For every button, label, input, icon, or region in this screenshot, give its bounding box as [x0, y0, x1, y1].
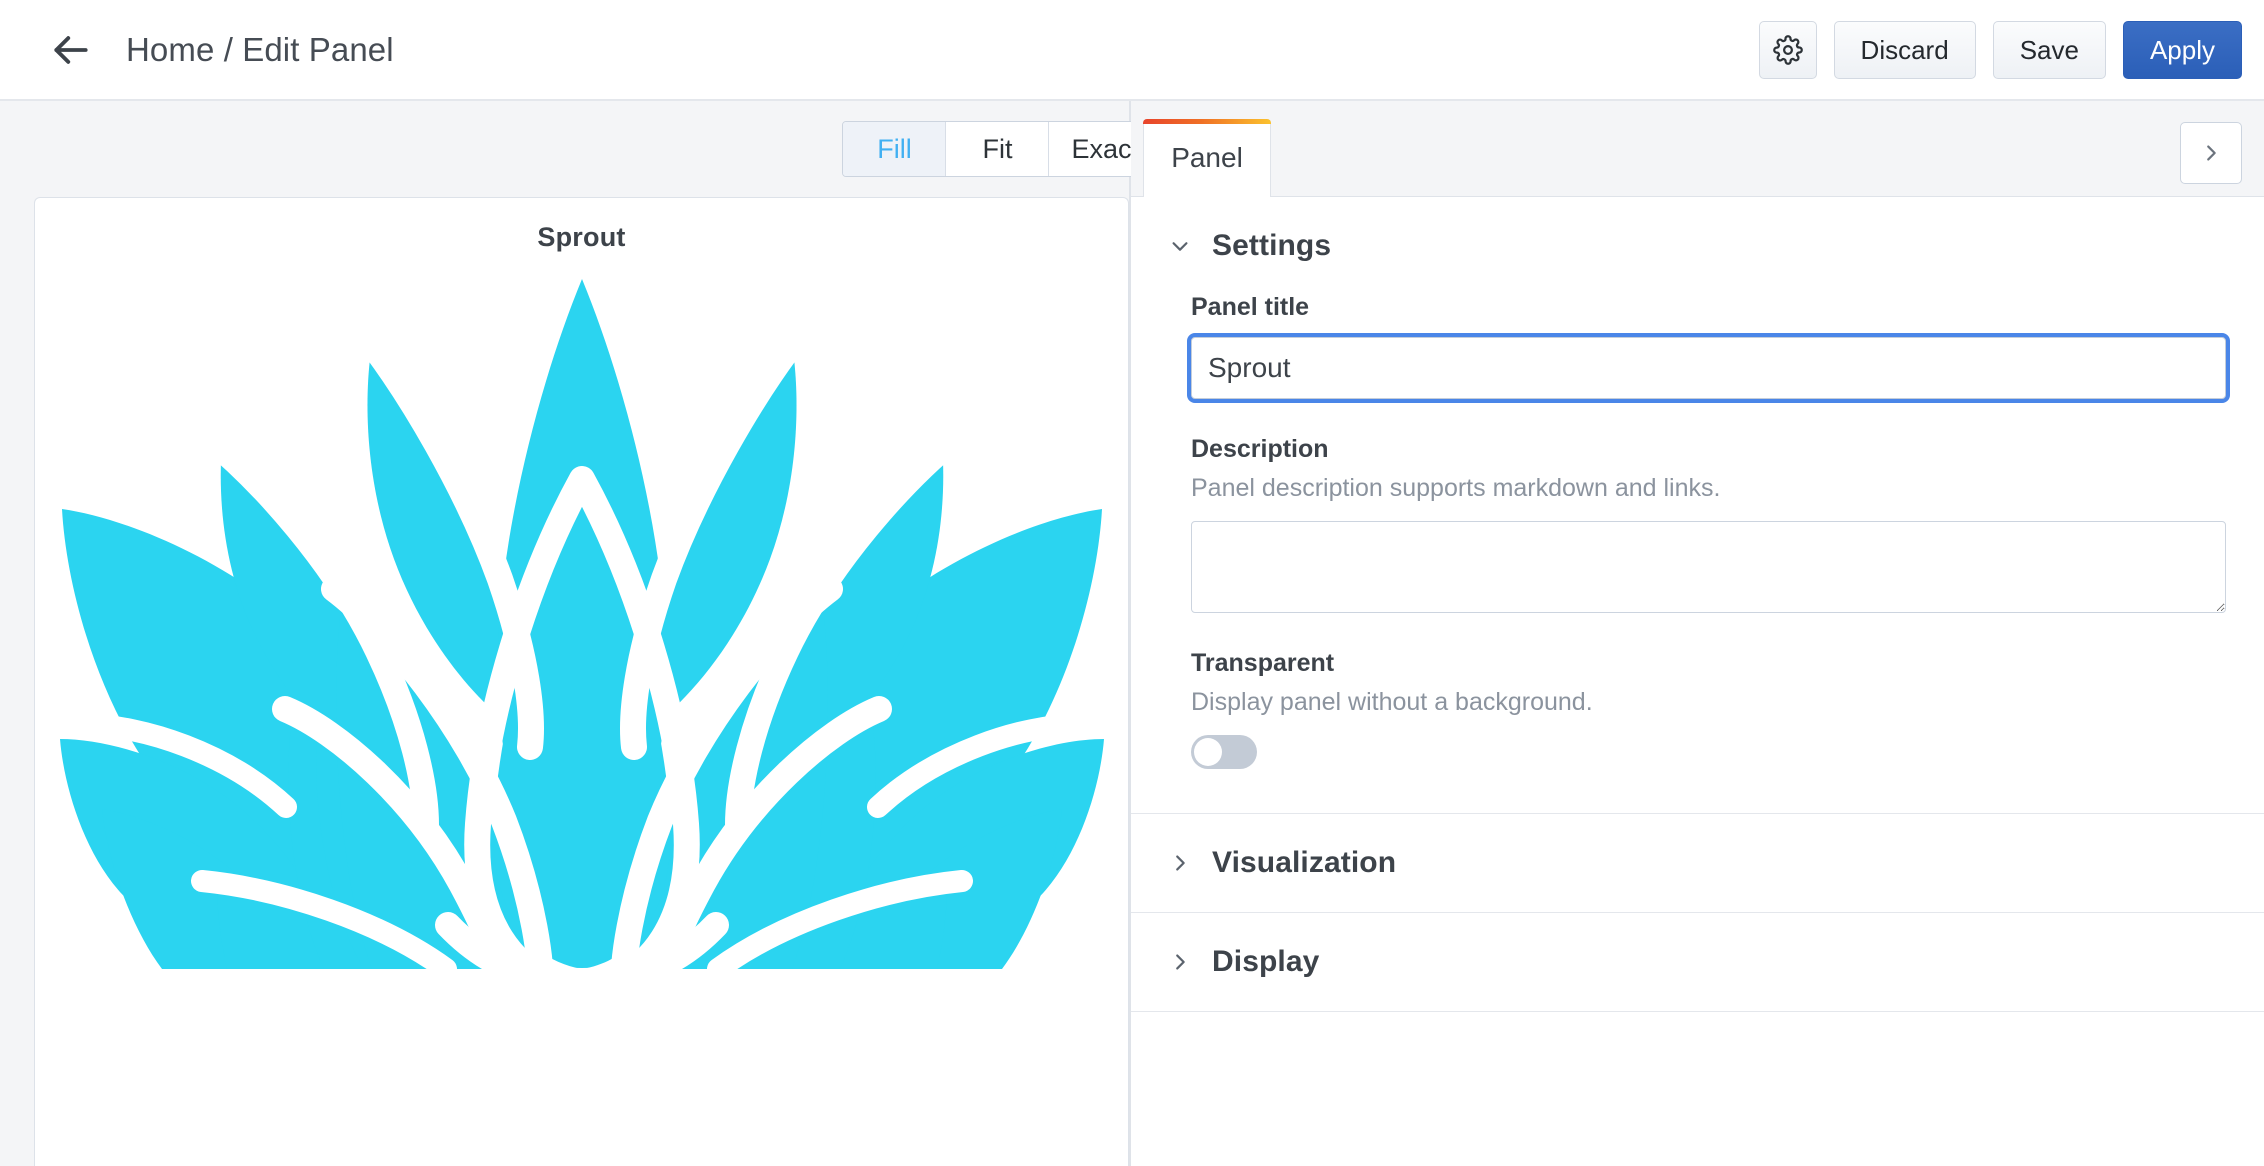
chevron-right-icon: [1169, 852, 1191, 874]
chevron-down-icon: [1169, 235, 1191, 257]
section-settings: Settings Panel title Description Panel d…: [1131, 197, 2264, 814]
section-display-header[interactable]: Display: [1131, 913, 2264, 1011]
apply-button[interactable]: Apply: [2122, 20, 2242, 79]
chevron-right-icon: [2200, 142, 2222, 164]
field-panel-title: Panel title: [1191, 295, 2226, 399]
section-display-title: Display: [1212, 945, 1320, 978]
body-split: Fill Fit Exact Sprout Panel Settings Pan…: [0, 101, 2264, 1166]
breadcrumb[interactable]: Home / Edit Panel: [126, 33, 394, 66]
discard-button[interactable]: Discard: [1833, 20, 1976, 79]
panel-title-input[interactable]: [1191, 337, 2226, 399]
size-mode-fill[interactable]: Fill: [843, 122, 947, 176]
section-display: Display: [1131, 913, 2264, 1012]
edit-panel-app: Home / Edit Panel Discard Save Apply Fil…: [0, 0, 2264, 1166]
panel-card: Sprout: [34, 197, 1129, 1166]
lotus-flower-logo: [42, 269, 1122, 969]
description-help-text: Panel description supports markdown and …: [1191, 474, 1721, 502]
section-settings-header[interactable]: Settings: [1131, 197, 2264, 295]
options-tabbar: Panel: [1131, 101, 2264, 197]
options-scroll-area[interactable]: Settings Panel title Description Panel d…: [1131, 197, 2264, 1166]
panel-size-mode-group: Fill Fit Exact: [842, 121, 1162, 177]
preview-toolbar: Fill Fit Exact: [0, 101, 1162, 197]
topbar-actions: Discard Save Apply: [1758, 20, 2242, 79]
section-visualization: Visualization: [1131, 814, 2264, 913]
top-bar: Home / Edit Panel Discard Save Apply: [0, 0, 2264, 101]
expand-options-button[interactable]: [2180, 122, 2242, 184]
description-textarea[interactable]: [1191, 521, 2226, 613]
transparent-toggle[interactable]: [1191, 735, 1257, 769]
field-description: Description Panel description supports m…: [1191, 437, 2226, 613]
field-transparent: Transparent Display panel without a back…: [1191, 651, 2226, 769]
gear-icon: [1772, 34, 1803, 65]
panel-card-body: [35, 257, 1128, 1166]
section-settings-title: Settings: [1212, 229, 1332, 262]
panel-card-title: Sprout: [537, 222, 626, 252]
transparent-help-text: Display panel without a background.: [1191, 688, 1593, 716]
section-settings-content: Panel title Description Panel descriptio…: [1131, 295, 2264, 813]
section-visualization-title: Visualization: [1212, 846, 1397, 879]
panel-preview-pane: Fill Fit Exact Sprout: [0, 101, 1162, 1166]
description-label: Description: [1191, 435, 1329, 463]
tab-panel[interactable]: Panel: [1143, 119, 1271, 197]
panel-options-pane: Panel Settings Panel title Sprout Descri…: [1131, 101, 2264, 1166]
size-mode-fit[interactable]: Fit: [946, 122, 1050, 176]
panel-title-label: Panel title: [1191, 293, 1310, 321]
back-button[interactable]: [44, 23, 98, 77]
chevron-right-icon: [1169, 951, 1191, 973]
save-button[interactable]: Save: [1992, 20, 2106, 79]
arrow-left-icon: [49, 28, 93, 72]
panel-settings-button[interactable]: [1758, 20, 1817, 79]
section-visualization-header[interactable]: Visualization: [1131, 814, 2264, 912]
transparent-toggle-knob: [1194, 738, 1222, 766]
transparent-label: Transparent: [1191, 649, 1335, 677]
